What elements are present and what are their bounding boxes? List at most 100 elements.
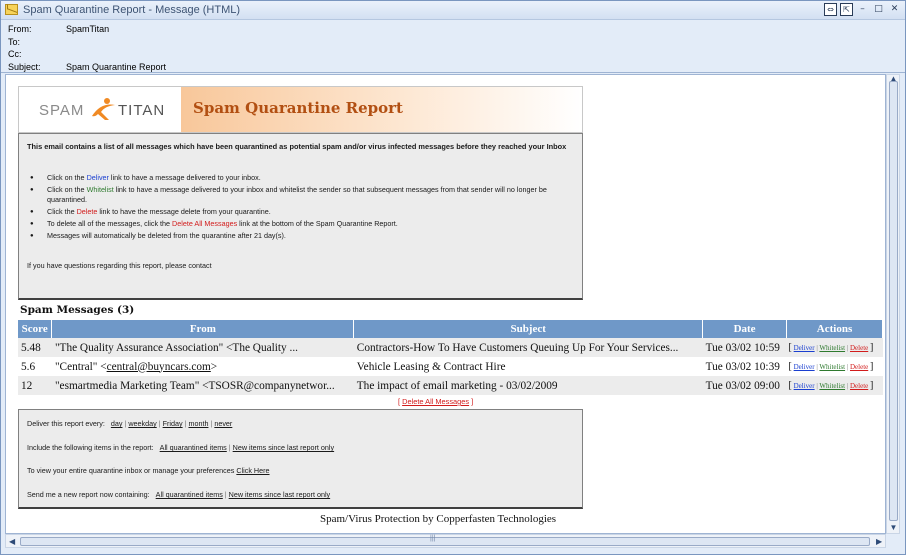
scroll-right-icon[interactable]: ▶	[876, 537, 882, 546]
preferences-box: Deliver this report every: day | weekday…	[18, 409, 583, 509]
freq-month-link[interactable]: month	[188, 419, 208, 428]
actions-cell: [ Deliver | Whitelist | Delete ]	[786, 357, 883, 376]
list-item: Click the Delete link to have the messag…	[30, 207, 567, 217]
score-cell: 12	[18, 376, 52, 395]
instructions-list: Click on the Deliver link to have a mess…	[30, 173, 567, 243]
whitelist-keyword: Whitelist	[86, 185, 114, 194]
table-header-row: Score From Subject Date Actions	[18, 320, 883, 338]
subject-label: Subject:	[8, 62, 41, 72]
freq-never-link[interactable]: never	[214, 419, 232, 428]
from-label: From:	[8, 24, 32, 34]
cc-row: Cc:	[8, 49, 66, 59]
actions-cell: [ Deliver | Whitelist | Delete ]	[786, 376, 883, 395]
include-label: Include the following items in the repor…	[27, 443, 154, 452]
view-inbox-row: To view your entire quarantine inbox or …	[27, 466, 270, 475]
col-date: Date	[702, 320, 788, 338]
freq-weekday-link[interactable]: weekday	[128, 419, 156, 428]
col-from: From	[51, 320, 355, 338]
freq-friday-link[interactable]: Friday	[163, 419, 183, 428]
close-button[interactable]: ✕	[888, 3, 901, 16]
delete-all-link[interactable]: Delete All Messages	[402, 397, 469, 406]
subject-cell: Contractors-How To Have Customers Queuin…	[353, 338, 703, 357]
date-cell: Tue 03/02 10:39	[702, 357, 787, 376]
scrollbar-corner	[886, 534, 900, 548]
maximize-button[interactable]: □	[872, 3, 885, 16]
deliver-link[interactable]: Deliver	[794, 382, 815, 390]
spam-messages-title: Spam Messages (3)	[20, 304, 135, 316]
to-label: To:	[8, 37, 21, 47]
send-all-link[interactable]: All quarantined items	[156, 490, 223, 499]
titan-figure-icon	[92, 98, 115, 120]
delete-link[interactable]: Delete	[850, 363, 868, 371]
table-row: 5.6 "Central" <central@buyncars.com> Veh…	[18, 357, 883, 376]
list-item: To delete all of the messages, click the…	[30, 219, 567, 229]
list-item: Messages will automatically be deleted f…	[30, 231, 567, 241]
deliver-keyword: Deliver	[86, 173, 109, 182]
delete-link[interactable]: Delete	[850, 344, 868, 352]
to-row: To:	[8, 37, 66, 47]
report-banner: SPAM TITAN Spam Quarantine Report	[18, 86, 583, 133]
horizontal-scrollbar[interactable]: ◀ ||| ▶	[5, 534, 886, 548]
cc-label: Cc:	[8, 49, 22, 59]
table-row: 5.48 "The Quality Assurance Association"…	[18, 338, 883, 357]
scroll-down-icon[interactable]: ▼	[889, 523, 898, 532]
window-controls: ⇔ ⇱ – □ ✕	[824, 3, 901, 16]
title-bar: Spam Quarantine Report - Message (HTML) …	[1, 1, 905, 20]
subject-cell: Vehicle Leasing & Contract Hire	[353, 357, 703, 376]
logo-text-titan: TITAN	[118, 102, 166, 119]
delete-keyword: Delete	[76, 207, 98, 216]
list-item: Click on the Deliver link to have a mess…	[30, 173, 567, 183]
col-actions: Actions	[786, 320, 883, 338]
from-cell: "Central" <central@buyncars.com>	[51, 357, 354, 376]
whitelist-link[interactable]: Whitelist	[819, 382, 845, 390]
intro-text: This email contains a list of all messag…	[27, 142, 567, 151]
subject-value: Spam Quarantine Report	[66, 62, 167, 72]
message-body[interactable]: SPAM TITAN Spam Quarantine Report This e…	[5, 74, 886, 534]
spamtitan-logo: SPAM TITAN	[19, 87, 181, 132]
delete-link[interactable]: Delete	[850, 382, 868, 390]
scroll-left-icon[interactable]: ◀	[9, 537, 15, 546]
from-cell: "esmartmedia Marketing Team" <TSOSR@comp…	[51, 376, 354, 395]
envelope-icon	[5, 4, 18, 15]
logo-text-spam: SPAM	[39, 102, 85, 119]
horizontal-scroll-thumb[interactable]	[20, 537, 870, 546]
footer-text: Spam/Virus Protection by Copperfasten Te…	[320, 513, 557, 525]
from-value[interactable]: SpamTitan	[66, 24, 109, 34]
from-row: From: SpamTitan	[8, 24, 109, 34]
banner-title-area: Spam Quarantine Report	[181, 87, 582, 132]
click-here-link[interactable]: Click Here	[236, 466, 269, 475]
view-inbox-label: To view your entire quarantine inbox or …	[27, 466, 235, 475]
include-new-link[interactable]: New items since last report only	[233, 443, 334, 452]
whitelist-link[interactable]: Whitelist	[819, 344, 845, 352]
vertical-scrollbar[interactable]: ▲ ▼	[886, 74, 900, 534]
deliver-link[interactable]: Deliver	[794, 344, 815, 352]
actions-cell: [ Deliver | Whitelist | Delete ]	[786, 338, 883, 357]
window-title: Spam Quarantine Report - Message (HTML)	[23, 4, 241, 16]
score-cell: 5.6	[18, 357, 52, 376]
instructions-box: This email contains a list of all messag…	[18, 133, 583, 300]
delete-all-keyword: Delete All Messages	[172, 219, 238, 228]
send-new-link[interactable]: New items since last report only	[229, 490, 330, 499]
whitelist-link[interactable]: Whitelist	[819, 363, 845, 371]
message-header: From: SpamTitan To: Cc: Subject: Spam Qu…	[1, 21, 905, 73]
message-window: Spam Quarantine Report - Message (HTML) …	[0, 0, 906, 555]
freq-day-link[interactable]: day	[111, 419, 123, 428]
spam-messages-table: Score From Subject Date Actions 5.48 "Th…	[18, 320, 883, 395]
sender-email-link[interactable]: central@buyncars.com	[107, 361, 211, 373]
include-all-link[interactable]: All quarantined items	[160, 443, 227, 452]
send-now-label: Send me a new report now containing:	[27, 490, 150, 499]
deliver-link[interactable]: Deliver	[794, 363, 815, 371]
vertical-scroll-thumb[interactable]	[889, 81, 898, 521]
resize-icon[interactable]: ⇔	[824, 3, 837, 16]
subject-cell: The impact of email marketing - 03/02/20…	[353, 376, 703, 395]
score-cell: 5.48	[18, 338, 52, 357]
send-now-row: Send me a new report now containing: All…	[27, 490, 331, 499]
date-cell: Tue 03/02 09:00	[702, 376, 787, 395]
date-cell: Tue 03/02 10:59	[702, 338, 787, 357]
report-title: Spam Quarantine Report	[193, 99, 403, 117]
scroll-grip-icon: |||	[430, 535, 436, 542]
table-row: 12 "esmartmedia Marketing Team" <TSOSR@c…	[18, 376, 883, 395]
col-subject: Subject	[353, 320, 704, 338]
restore-icon[interactable]: ⇱	[840, 3, 853, 16]
minimize-button[interactable]: –	[856, 3, 869, 16]
